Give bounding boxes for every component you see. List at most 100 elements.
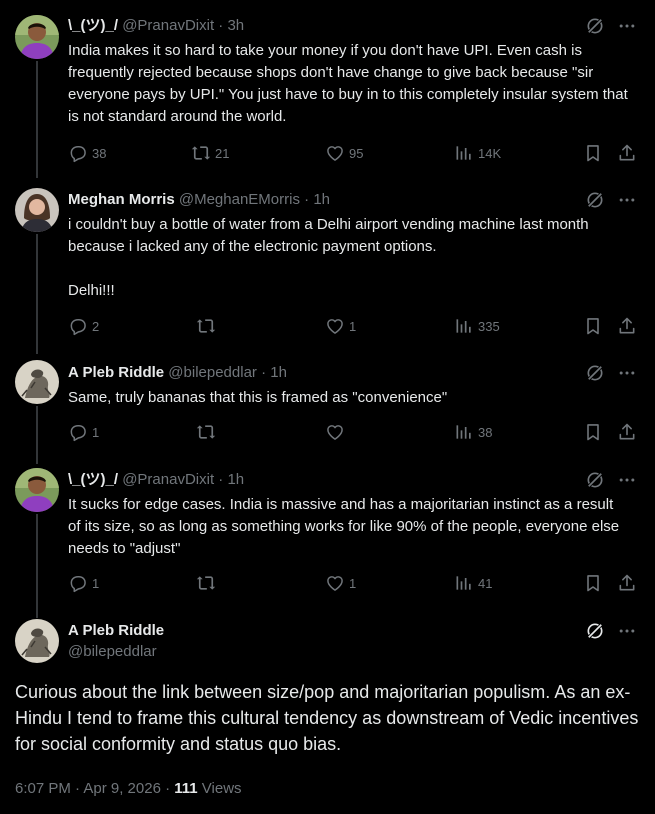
grok-icon[interactable] [585, 16, 605, 36]
reply-icon [68, 316, 88, 336]
view-count: 41 [478, 575, 493, 591]
share-button[interactable] [617, 422, 637, 442]
reply-count: 1 [92, 424, 100, 440]
grok-icon[interactable] [585, 190, 605, 210]
repost-button[interactable] [196, 422, 220, 442]
action-bar: 1 1 41 [68, 573, 638, 595]
more-icon[interactable] [617, 190, 637, 210]
like-button[interactable]: 95 [325, 143, 363, 163]
like-button[interactable]: 1 [325, 573, 356, 593]
more-icon[interactable] [617, 621, 637, 641]
tweet-text-line: i couldn't buy a bottle of water from a … [68, 216, 589, 255]
bookmark-icon [583, 422, 603, 442]
action-bar: 1 38 [68, 422, 638, 444]
display-name[interactable]: A Pleb Riddle [68, 364, 164, 381]
bookmark-button[interactable] [583, 422, 603, 442]
more-icon[interactable] [617, 363, 637, 383]
handle[interactable]: @PranavDixit [122, 471, 214, 488]
separator-dot: · [218, 471, 224, 488]
bookmark-icon [583, 143, 603, 163]
avatar[interactable] [15, 188, 59, 232]
reply-icon [68, 573, 88, 593]
grok-icon[interactable] [585, 470, 605, 490]
reply-count: 1 [92, 575, 100, 591]
repost-button[interactable]: 21 [191, 143, 229, 163]
tweet-text: i couldn't buy a bottle of water from a … [68, 214, 628, 302]
views-icon [454, 573, 474, 593]
handle[interactable]: @MeghanEMorris [179, 191, 300, 208]
timestamp[interactable]: 1h [227, 471, 244, 488]
timestamp[interactable]: 1h [270, 364, 287, 381]
bookmark-button[interactable] [583, 573, 603, 593]
timestamp[interactable]: 3h [227, 17, 244, 34]
like-count: 1 [349, 318, 357, 334]
display-name[interactable]: \_(ツ)_/ [68, 471, 118, 488]
reply-tweet[interactable]: \_(ツ)_/ @PranavDixit · 3h India makes it… [0, 0, 655, 178]
avatar[interactable] [15, 619, 59, 663]
avatar[interactable] [15, 468, 59, 512]
post-timestamp[interactable]: 6:07 PM · Apr 9, 2026 · [15, 780, 174, 797]
tweet-text-line: Delhi!!! [68, 282, 115, 299]
like-icon [325, 143, 345, 163]
reply-tweet[interactable]: \_(ツ)_/ @PranavDixit · 1h It sucks for e… [0, 465, 655, 615]
handle[interactable]: @PranavDixit [122, 17, 214, 34]
share-button[interactable] [617, 316, 637, 336]
repost-button[interactable] [196, 573, 220, 593]
like-button[interactable]: 1 [325, 316, 356, 336]
repost-button[interactable] [196, 316, 220, 336]
like-icon [325, 422, 345, 442]
separator-dot: · [218, 17, 224, 34]
views-button[interactable]: 14K [454, 143, 501, 163]
views-button[interactable]: 41 [454, 573, 492, 593]
share-button[interactable] [617, 143, 637, 163]
repost-icon [196, 573, 216, 593]
repost-count: 21 [215, 145, 230, 161]
reply-button[interactable]: 1 [68, 422, 99, 442]
views-icon [454, 316, 474, 336]
like-button[interactable] [325, 422, 349, 442]
more-icon[interactable] [617, 470, 637, 490]
tweet-text: Same, truly bananas that this is framed … [68, 389, 448, 406]
view-count: 38 [478, 424, 493, 440]
grok-icon[interactable] [585, 363, 605, 383]
reply-icon [68, 143, 88, 163]
reply-tweet[interactable]: Meghan Morris @MeghanEMorris · 1h i coul… [0, 178, 655, 355]
separator-dot: · [304, 191, 310, 208]
grok-icon[interactable] [585, 621, 605, 641]
share-icon [617, 316, 637, 336]
views-count[interactable]: 111 [174, 780, 197, 797]
views-button[interactable]: 335 [454, 316, 500, 336]
timestamp[interactable]: 1h [313, 191, 330, 208]
separator-dot: · [261, 364, 267, 381]
reply-count: 38 [92, 145, 107, 161]
display-name[interactable]: \_(ツ)_/ [68, 17, 118, 34]
reply-button[interactable]: 2 [68, 316, 99, 336]
like-count: 1 [349, 575, 357, 591]
repost-icon [196, 422, 216, 442]
reply-button[interactable]: 1 [68, 573, 99, 593]
view-count: 335 [478, 318, 500, 334]
views-icon [454, 143, 474, 163]
share-button[interactable] [617, 573, 637, 593]
views-button[interactable]: 38 [454, 422, 492, 442]
share-icon [617, 143, 637, 163]
bookmark-button[interactable] [583, 316, 603, 336]
avatar[interactable] [15, 15, 59, 59]
action-bar: 2 1 335 [68, 316, 638, 338]
bookmark-icon [583, 573, 603, 593]
repost-icon [196, 316, 216, 336]
avatar[interactable] [15, 360, 59, 404]
reply-button[interactable]: 38 [68, 143, 106, 163]
tweet-metadata: 6:07 PM · Apr 9, 2026 · 111 Views [15, 780, 242, 797]
bookmark-button[interactable] [583, 143, 603, 163]
display-name[interactable]: A Pleb Riddle [68, 621, 164, 641]
handle[interactable]: @bilepeddlar [68, 641, 164, 663]
view-count: 14K [478, 145, 502, 161]
reply-count: 2 [92, 318, 100, 334]
handle[interactable]: @bilepeddlar [168, 364, 257, 381]
display-name[interactable]: Meghan Morris [68, 191, 175, 208]
share-icon [617, 422, 637, 442]
reply-tweet[interactable]: A Pleb Riddle @bilepeddlar · 1h Same, tr… [0, 355, 655, 465]
more-icon[interactable] [617, 16, 637, 36]
bookmark-icon [583, 316, 603, 336]
